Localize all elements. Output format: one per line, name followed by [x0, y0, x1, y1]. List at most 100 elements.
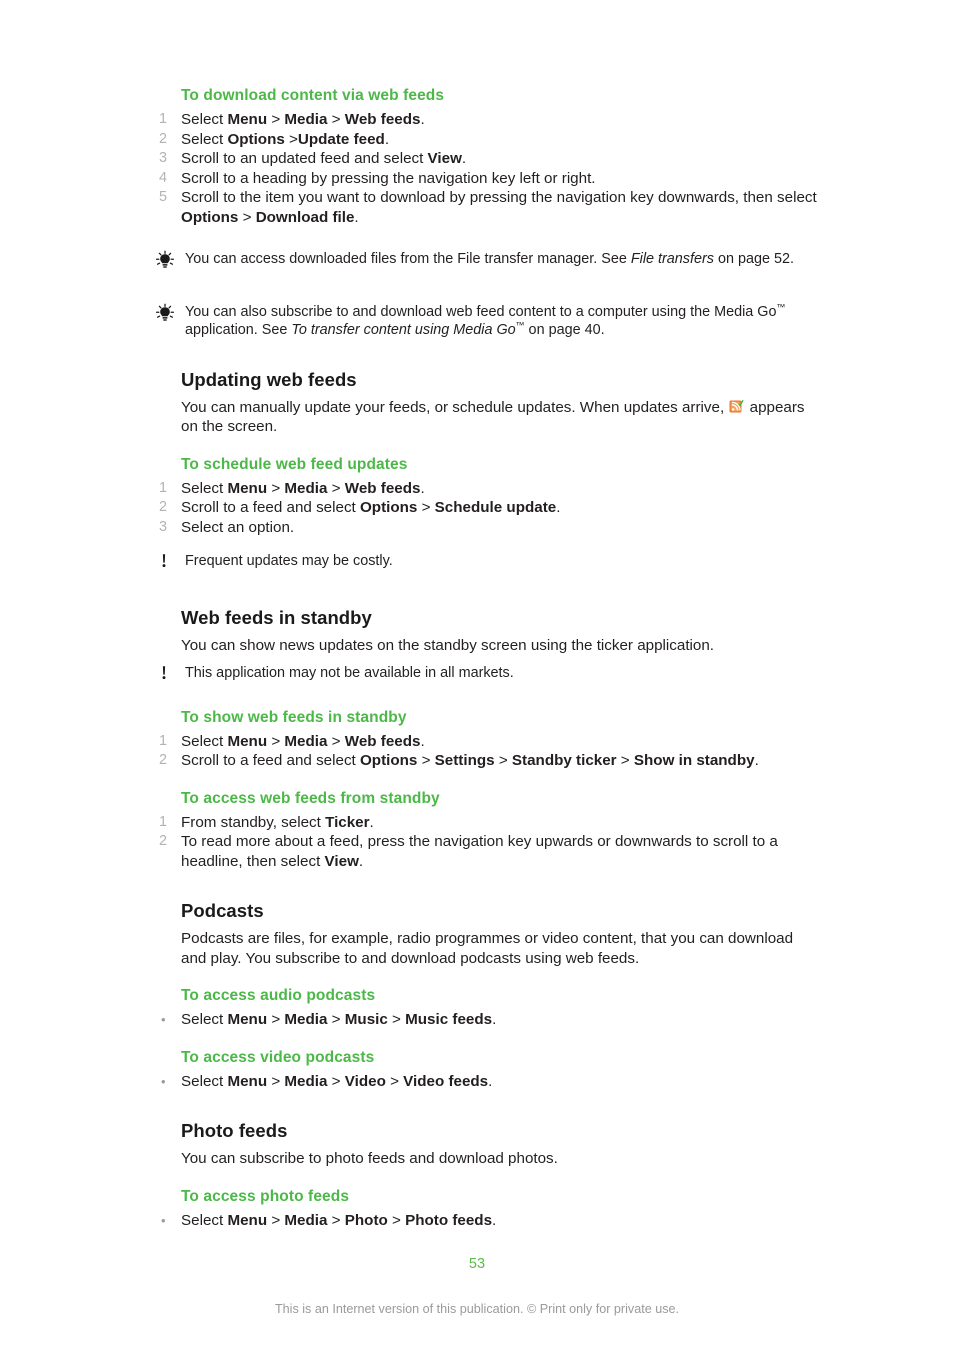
plain-text: . — [488, 1072, 493, 1090]
plain-text: Select — [181, 130, 228, 148]
emphasis-term: Photo feeds — [405, 1211, 493, 1229]
section-intro-web-feeds-standby: You can show news updates on the standby… — [181, 636, 715, 654]
emphasis-term: Music — [344, 1011, 388, 1028]
trademark-symbol: ™ — [515, 320, 525, 331]
step-text: Select Menu > Media > Web feeds. — [181, 732, 821, 752]
step-list-access-standby: 1 From standby, select Ticker. 2 To read… — [155, 813, 824, 872]
step-text: Scroll to a heading by pressing the navi… — [181, 169, 821, 189]
lightbulb-tip-icon — [155, 302, 185, 329]
emphasis-term: Media — [284, 1211, 328, 1229]
plain-text: > — [327, 1072, 345, 1090]
step-list-access-photo-feeds: • Select Menu > Media > Photo > Photo fe… — [155, 1211, 824, 1231]
step-number: 1 — [159, 111, 168, 127]
bullet-marker: • — [161, 1012, 166, 1027]
procedure-heading-audio-podcasts: To access audio podcasts — [181, 987, 376, 1004]
step-number: 2 — [159, 752, 168, 768]
tip-note-text: You can access downloaded files from the… — [185, 249, 810, 269]
step-text: Select an option. — [181, 518, 821, 538]
step-number: 1 — [159, 813, 168, 830]
plain-text: > — [327, 479, 345, 497]
list-item: 2 Scroll to a feed and select Options > … — [155, 498, 824, 518]
plain-text: > — [284, 130, 298, 148]
emphasis-term: Web feeds — [344, 732, 421, 750]
step-text: To read more about a feed, press the nav… — [181, 832, 821, 871]
list-item: 2 To read more about a feed, press the n… — [155, 832, 824, 871]
emphasis-term: Settings — [434, 752, 495, 769]
page-number: 53 — [468, 1256, 486, 1272]
emphasis-term: Schedule update — [434, 499, 557, 516]
plain-text: Scroll to a feed and select — [181, 499, 360, 516]
emphasis-term: Photo — [344, 1211, 388, 1229]
section-heading-updating-web-feeds: Updating web feeds — [181, 368, 357, 390]
emphasis-term: Menu — [227, 732, 268, 750]
tip-text-lead: You can access downloaded files from the… — [185, 251, 631, 267]
step-text: Select Menu > Media > Web feeds. — [181, 479, 821, 499]
procedure-heading-schedule-updates: To schedule web feed updates — [181, 455, 408, 473]
plain-text: Scroll to the item you want to download … — [181, 189, 817, 206]
plain-text: > — [267, 732, 285, 750]
list-item: 3 Select an option. — [155, 518, 824, 538]
step-number: 2 — [159, 833, 168, 849]
emphasis-term: Options — [359, 499, 418, 516]
procedure-heading-video-podcasts: To access video podcasts — [181, 1048, 375, 1066]
emphasis-term: Menu — [227, 1211, 268, 1229]
step-text: From standby, select Ticker. — [181, 813, 821, 833]
list-item: 2 Scroll to a feed and select Options > … — [155, 751, 824, 771]
bullet-marker: • — [161, 1073, 166, 1089]
section-intro-updating-web-feeds: You can manually update your feeds, or s… — [181, 398, 821, 437]
plain-text: > — [267, 1211, 285, 1229]
section-heading-photo-feeds: Photo feeds — [181, 1120, 288, 1141]
tip-note-media-go: You can also subscribe to and download w… — [155, 302, 824, 340]
emphasis-term: Options — [359, 752, 418, 769]
emphasis-term: Media — [284, 1072, 328, 1090]
step-number: 4 — [159, 169, 168, 186]
tip-text-tail: on page 40. — [524, 322, 605, 338]
emphasis-term: Update feed — [297, 130, 385, 148]
plain-text: Scroll to a heading by pressing the navi… — [181, 169, 596, 187]
section-heading-web-feeds-standby: Web feeds in standby — [181, 606, 372, 628]
step-text: Scroll to a feed and select Options > Se… — [181, 751, 821, 771]
tip-text-reference: To transfer content using Media Go™ — [291, 320, 525, 338]
tip-text-lead: You can also subscribe to and download w… — [185, 303, 777, 320]
step-list-video-podcasts: • Select Menu > Media > Video > Video fe… — [155, 1072, 824, 1092]
plain-text: > — [327, 1011, 345, 1028]
step-list-schedule-updates: 1 Select Menu > Media > Web feeds. 2 Scr… — [155, 479, 824, 538]
emphasis-term: Menu — [227, 1072, 268, 1090]
plain-text: . — [420, 479, 425, 497]
plain-text: . — [461, 150, 467, 167]
step-text: Select Options >Update feed. — [181, 130, 821, 150]
warning-note-text: Frequent updates may be costly. — [185, 553, 393, 569]
emphasis-term: Ticker — [325, 813, 370, 831]
plain-text: > — [327, 1211, 345, 1229]
plain-text: > — [267, 111, 285, 128]
plain-text: . — [754, 752, 759, 769]
procedure-heading-download-content: To download content via web feeds — [181, 87, 445, 104]
plain-text: From standby, select — [181, 813, 326, 831]
list-item: 1 Select Menu > Media > Web feeds. — [155, 732, 824, 752]
step-number: 3 — [159, 518, 168, 535]
procedure-heading-access-standby: To access web feeds from standby — [181, 789, 440, 807]
emphasis-term: Download file — [255, 208, 355, 226]
plain-text: To read more about a feed, press the nav… — [181, 833, 778, 870]
list-item: 1 Select Menu > Media > Web feeds. — [155, 110, 824, 130]
step-list-show-standby: 1 Select Menu > Media > Web feeds. 2 Scr… — [155, 732, 824, 771]
plain-text: > — [494, 752, 512, 769]
emphasis-term: Media — [284, 732, 328, 750]
plain-text: . — [354, 208, 359, 226]
step-text: Select Menu > Media > Video > Video feed… — [181, 1072, 821, 1092]
warning-note-markets: This application may not be available in… — [155, 663, 824, 690]
warning-note-costly: Frequent updates may be costly. — [155, 551, 824, 578]
rss-feed-updated-icon — [729, 399, 745, 414]
emphasis-term: View — [427, 150, 462, 167]
plain-text: . — [492, 1011, 497, 1028]
emphasis-term: Music feeds — [405, 1011, 493, 1028]
plain-text: > — [267, 479, 285, 497]
step-number: 5 — [159, 189, 168, 205]
step-text: Scroll to an updated feed and select Vie… — [181, 149, 821, 169]
